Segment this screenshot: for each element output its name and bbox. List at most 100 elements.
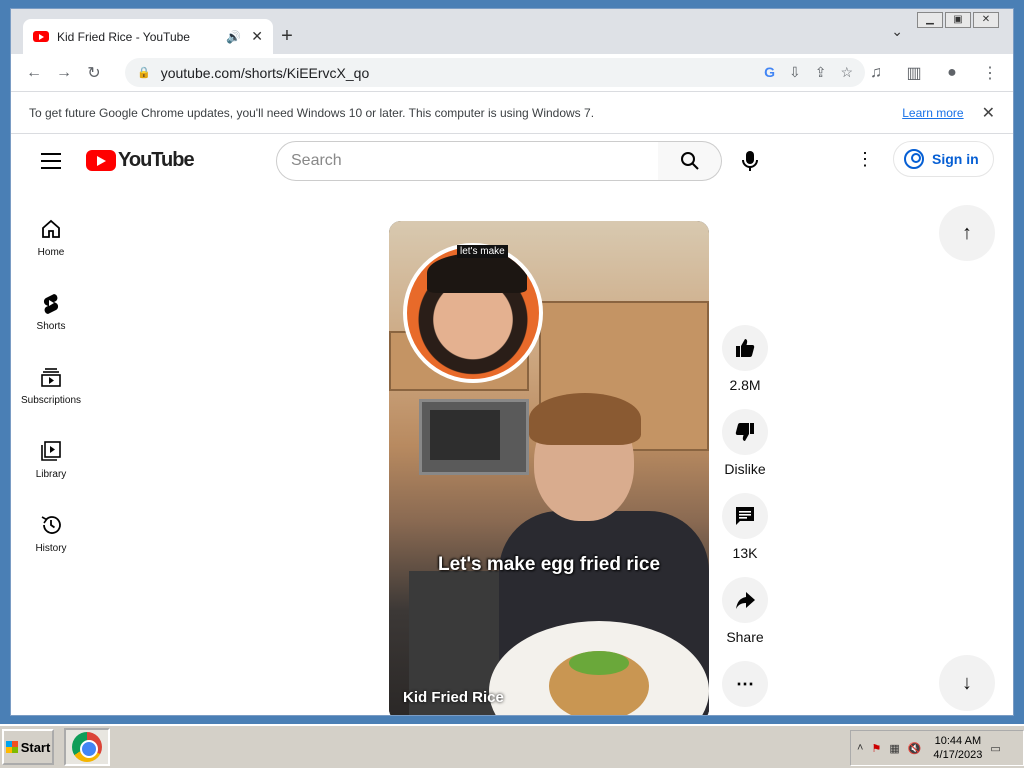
more-options-button[interactable]: ⋯ (722, 661, 768, 707)
tab-search-chevron-icon[interactable]: ⌄ (891, 23, 903, 40)
google-lens-icon[interactable]: G (764, 64, 775, 81)
action-center-flag-icon[interactable]: ⚑ (871, 742, 881, 755)
dislike-button[interactable] (722, 409, 768, 455)
more-horizontal-icon: ⋯ (736, 673, 754, 694)
taskbar-chrome-button[interactable] (64, 728, 110, 766)
learn-more-link[interactable]: Learn more (902, 106, 963, 120)
bubble-caption: let's make (457, 245, 508, 258)
nav-item-subscriptions[interactable]: Subscriptions (11, 353, 91, 427)
shorts-video-player[interactable]: let's make Let's make egg fried rice Kid… (389, 221, 709, 715)
account-circle-icon (904, 149, 924, 169)
new-tab-button[interactable]: + (273, 23, 301, 51)
nav-label-library: Library (35, 469, 67, 480)
nav-item-home[interactable]: Home (11, 205, 91, 279)
tab-strip: Kid Fried Rice - YouTube 🔊 ✕ + ⌄ ▁ ▣ ✕ (11, 9, 1013, 54)
comment-count: 13K (732, 545, 758, 561)
menu-hamburger-icon[interactable] (41, 153, 61, 174)
minimize-button[interactable]: ▁ (917, 12, 943, 28)
like-button[interactable] (722, 325, 768, 371)
voice-search-mic-icon[interactable] (739, 149, 761, 173)
url-text[interactable]: youtube.com/shorts/KiEErvcX_qo (161, 65, 764, 81)
nav-label-history: History (35, 543, 67, 554)
overlay-caption: Let's make egg fried rice (437, 554, 661, 575)
search-input[interactable]: Search (276, 141, 659, 181)
shorts-icon (39, 291, 63, 315)
share-label: Share (726, 629, 764, 645)
youtube-page: YouTube Search ⋮ Sign in Home Shorts Sub… (11, 135, 1013, 715)
video-frame (389, 221, 709, 715)
dislike-label: Dislike (724, 461, 766, 477)
left-nav: Home Shorts Subscriptions Library Histor… (11, 205, 91, 575)
thumbs-down-icon (735, 423, 754, 441)
nav-item-shorts[interactable]: Shorts (11, 279, 91, 353)
like-action: 2.8M (721, 325, 769, 393)
start-button[interactable]: Start (2, 729, 54, 765)
speaker-icon[interactable]: 🔊 (226, 30, 241, 44)
thumbs-up-icon (736, 339, 755, 357)
volume-muted-icon[interactable]: 🔇 (908, 742, 922, 755)
clock-time: 10:44 AM (934, 735, 982, 747)
subscriptions-icon (39, 365, 63, 389)
clock-date: 4/17/2023 (933, 749, 983, 761)
chrome-menu-icon[interactable]: ⋮ (975, 58, 1005, 88)
windows-flag-icon (5, 741, 18, 753)
nav-label-shorts: Shorts (36, 321, 66, 332)
forward-button[interactable]: → (49, 58, 79, 88)
infobar-close-icon[interactable]: ✕ (982, 103, 995, 123)
start-label: Start (20, 739, 51, 755)
dislike-action: Dislike (721, 409, 769, 477)
video-title[interactable]: Kid Fried Rice (403, 689, 504, 706)
tray-expand-icon[interactable]: ˄ (857, 742, 863, 754)
comment-icon (736, 507, 754, 525)
tab-close-icon[interactable]: ✕ (251, 28, 263, 45)
youtube-logo-text: YouTube (118, 149, 195, 171)
nav-label-home: Home (37, 247, 65, 258)
settings-kebab-icon[interactable]: ⋮ (856, 149, 874, 170)
shorts-actions: 2.8M Dislike 13K Share ⋯ (721, 325, 769, 715)
network-icon[interactable]: ▦ (889, 742, 899, 755)
system-tray: ˄ ⚑ ▦ 🔇 10:44 AM 4/17/2023 ▭ (850, 730, 1024, 766)
bookmark-star-icon[interactable]: ☆ (840, 64, 853, 81)
chrome-icon (72, 732, 102, 762)
profile-avatar-icon[interactable]: ● (937, 58, 967, 88)
nav-item-history[interactable]: History (11, 501, 91, 575)
reload-button[interactable]: ↻ (79, 58, 109, 88)
library-icon (39, 439, 63, 463)
sign-in-button[interactable]: Sign in (893, 141, 994, 177)
lock-icon[interactable]: 🔒 (137, 66, 151, 79)
youtube-play-icon (86, 150, 116, 171)
maximize-button[interactable]: ▣ (945, 12, 971, 28)
comments-button[interactable] (722, 493, 768, 539)
show-desktop-icon[interactable]: ▭ (990, 742, 1000, 755)
infobar-message: To get future Google Chrome updates, you… (29, 105, 595, 120)
comment-action: 13K (721, 493, 769, 561)
browser-toolbar: ← → ↻ 🔒 youtube.com/shorts/KiEErvcX_qo G… (11, 54, 1013, 91)
next-short-button[interactable]: ↓ (939, 655, 995, 711)
youtube-logo[interactable]: YouTube (86, 149, 195, 172)
nav-item-library[interactable]: Library (11, 427, 91, 501)
share-arrow-icon (736, 592, 755, 609)
system-clock[interactable]: 10:44 AM 4/17/2023 (933, 734, 982, 762)
nav-label-subscriptions: Subscriptions (20, 395, 82, 406)
sign-in-label: Sign in (932, 151, 979, 167)
tab-title: Kid Fried Rice - YouTube (57, 29, 190, 44)
close-window-button[interactable]: ✕ (973, 12, 999, 28)
youtube-favicon-icon (33, 31, 49, 42)
install-app-icon[interactable]: ⇩ (789, 64, 801, 81)
arrow-up-icon: ↑ (962, 221, 972, 244)
side-panel-icon[interactable]: ▥ (899, 58, 929, 88)
history-icon (39, 513, 63, 537)
share-page-icon[interactable]: ⇪ (815, 64, 827, 81)
update-infobar: To get future Google Chrome updates, you… (11, 91, 1013, 134)
share-button[interactable] (722, 577, 768, 623)
search-placeholder: Search (291, 152, 342, 169)
address-bar[interactable]: 🔒 youtube.com/shorts/KiEErvcX_qo G ⇩ ⇪ ☆ (125, 58, 865, 87)
back-button[interactable]: ← (19, 58, 49, 88)
media-control-icon[interactable]: ♫ (861, 58, 891, 88)
tab-kid-fried-rice[interactable]: Kid Fried Rice - YouTube 🔊 ✕ (23, 19, 273, 54)
previous-short-button[interactable]: ↑ (939, 205, 995, 261)
arrow-down-icon: ↓ (962, 671, 972, 694)
window-controls: ▁ ▣ ✕ (915, 12, 999, 28)
creator-face-bubble (403, 243, 543, 383)
search-button[interactable] (658, 141, 722, 181)
